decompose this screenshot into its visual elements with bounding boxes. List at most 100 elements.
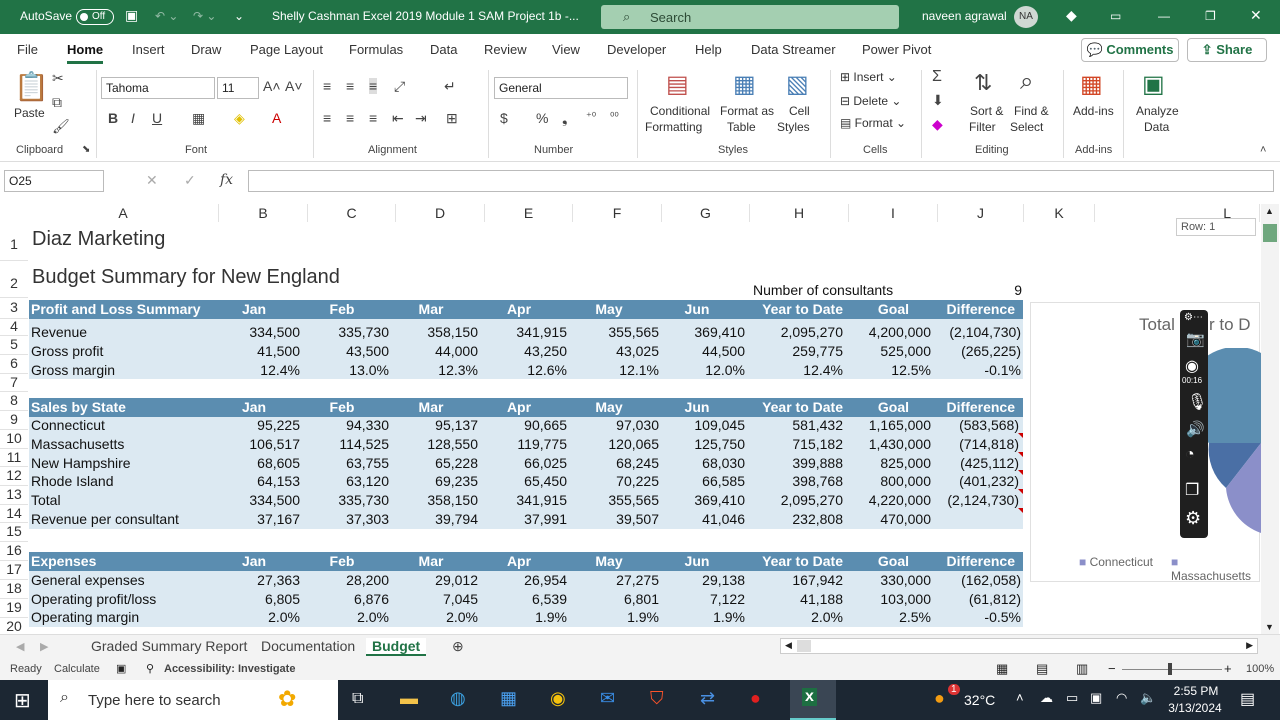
tray-icon[interactable]: ☁ (1040, 690, 1053, 706)
pl-cell[interactable]: 13.0% (309, 361, 389, 379)
scroll-left-icon[interactable]: ◀ (785, 640, 792, 651)
pl-cell[interactable]: 12.3% (398, 361, 478, 379)
sales-cell[interactable]: 232,808 (753, 510, 843, 528)
format-table-label-2[interactable]: Table (727, 120, 756, 134)
sales-cell[interactable]: 65,228 (398, 454, 478, 472)
pl-cell[interactable]: 12.0% (665, 361, 745, 379)
conditional-label-1[interactable]: Conditional (650, 104, 710, 118)
find-label-2[interactable]: Select (1010, 120, 1043, 134)
sales-cell[interactable]: 37,991 (487, 510, 567, 528)
windows-start-icon[interactable]: ⊞ (14, 688, 31, 713)
sales-col-header[interactable]: Apr (489, 398, 549, 417)
find-label-1[interactable]: Find & (1014, 104, 1049, 118)
pl-col-header[interactable]: Feb (312, 300, 372, 319)
borders-icon[interactable]: ▦ (192, 110, 205, 127)
zoom-out-icon[interactable]: − (1108, 661, 1116, 676)
pl-cell[interactable]: 2,095,270 (753, 323, 843, 341)
expenses-cell[interactable]: 1.9% (579, 608, 659, 626)
collapse-ribbon-icon[interactable]: ˄ (1260, 144, 1266, 156)
recorder-menu-icon[interactable]: ⚙⋯ (1184, 312, 1203, 323)
pl-cell[interactable]: 12.5% (846, 361, 931, 379)
row-header[interactable]: 8 (0, 392, 28, 411)
tab-developer[interactable]: Developer (607, 42, 666, 57)
row-header[interactable]: 7 (0, 374, 28, 392)
sales-row-label[interactable]: Total (31, 491, 61, 509)
row-header[interactable]: 16 (0, 542, 28, 561)
expenses-cell[interactable]: 2.5% (846, 608, 931, 626)
row-header[interactable]: 1 (0, 222, 28, 261)
paste-icon[interactable]: 📋 (14, 70, 49, 103)
sales-cell[interactable]: (401,232) (939, 472, 1021, 490)
conditional-label-2[interactable]: Formatting (645, 120, 702, 134)
column-header[interactable]: B (219, 204, 308, 222)
decrease-font-icon[interactable]: A˅ (285, 78, 303, 94)
expenses-cell[interactable]: 29,138 (665, 571, 745, 589)
wrap-text-icon[interactable]: ↵ (444, 78, 456, 95)
cell-styles-label-1[interactable]: Cell (789, 104, 810, 118)
expenses-cell[interactable]: 6,539 (487, 590, 567, 608)
status-accessibility[interactable]: Accessibility: Investigate (164, 663, 295, 675)
sales-cell[interactable]: 109,045 (665, 416, 745, 434)
expenses-cell[interactable]: 2.0% (220, 608, 300, 626)
scroll-thumb[interactable] (1263, 224, 1277, 242)
sales-cell[interactable]: (425,112) (939, 454, 1021, 472)
column-header[interactable]: I (849, 204, 938, 222)
tab-home[interactable]: Home (67, 42, 104, 64)
expenses-cell[interactable]: 330,000 (846, 571, 931, 589)
wifi-icon[interactable]: ◠ (1116, 690, 1127, 706)
search-box[interactable]: ⌕ Search (601, 5, 899, 29)
sales-cell[interactable]: 1,165,000 (846, 416, 931, 434)
close-icon[interactable]: ✕ (1250, 7, 1262, 24)
sales-cell[interactable]: 341,915 (487, 491, 567, 509)
expenses-col-header[interactable]: Feb (312, 552, 372, 571)
tab-page-layout[interactable]: Page Layout (250, 42, 323, 57)
comment-indicator[interactable] (1018, 452, 1023, 457)
display-icon[interactable]: ▣ (1090, 690, 1102, 706)
pl-cell[interactable]: 525,000 (846, 342, 931, 360)
insert-cells-button[interactable]: ⊞ Insert ⌄ (840, 70, 897, 84)
sheet-tab-budget[interactable]: Budget (366, 638, 427, 656)
pl-col-header[interactable]: Difference (925, 300, 1015, 319)
expenses-cell[interactable]: 1.9% (487, 608, 567, 626)
scroll-down-icon[interactable]: ▼ (1265, 622, 1274, 632)
number-format-select[interactable]: General (494, 77, 628, 99)
expenses-cell[interactable]: 2.0% (398, 608, 478, 626)
expenses-cell[interactable]: 26,954 (487, 571, 567, 589)
comment-indicator[interactable] (1018, 470, 1023, 475)
expenses-col-header[interactable]: Jan (224, 552, 284, 571)
sales-cell[interactable]: 4,220,000 (846, 491, 931, 509)
sheet-tab-graded-summary[interactable]: Graded Summary Report (91, 638, 247, 654)
sales-cell[interactable]: 128,550 (398, 435, 478, 453)
format-cells-button[interactable]: ▤ Format ⌄ (840, 116, 906, 130)
tab-help[interactable]: Help (695, 42, 722, 57)
pl-cell[interactable]: 43,250 (487, 342, 567, 360)
consultants-value[interactable]: 9 (980, 281, 1022, 299)
redo-icon[interactable]: ↷ ⌄ (193, 9, 216, 23)
pl-col-header[interactable]: Mar (401, 300, 461, 319)
row-header[interactable]: 15 (0, 523, 28, 542)
underline-icon[interactable]: U (152, 110, 162, 126)
row-header[interactable]: 19 (0, 599, 28, 618)
sales-cell[interactable]: 90,665 (487, 416, 567, 434)
row-header[interactable]: 6 (0, 355, 28, 374)
status-calculate[interactable]: Calculate (54, 663, 100, 675)
pl-cell[interactable]: -0.1% (939, 361, 1021, 379)
pl-row-label[interactable]: Gross profit (31, 342, 103, 360)
autosave-toggle[interactable]: Off (76, 9, 114, 25)
expenses-cell[interactable]: (162,058) (939, 571, 1021, 589)
comment-indicator[interactable] (1018, 433, 1023, 438)
save-icon[interactable]: ▣ (125, 7, 138, 24)
column-header[interactable]: E (485, 204, 573, 222)
dialog-launcher-icon[interactable]: ⬊ (82, 144, 90, 155)
excel-taskbar-button[interactable]: x (790, 680, 836, 720)
h-scroll-thumb[interactable] (797, 640, 811, 652)
pl-cell[interactable]: 355,565 (579, 323, 659, 341)
sales-cell[interactable]: 119,775 (487, 435, 567, 453)
sales-cell[interactable]: 715,182 (753, 435, 843, 453)
italic-icon[interactable]: I (131, 110, 135, 126)
row-header[interactable]: 12 (0, 467, 28, 486)
sales-cell[interactable]: 358,150 (398, 491, 478, 509)
sales-cell[interactable]: 69,235 (398, 472, 478, 490)
diamond-icon[interactable]: ◆ (1066, 7, 1077, 24)
sales-row-label[interactable]: Connecticut (31, 416, 105, 434)
